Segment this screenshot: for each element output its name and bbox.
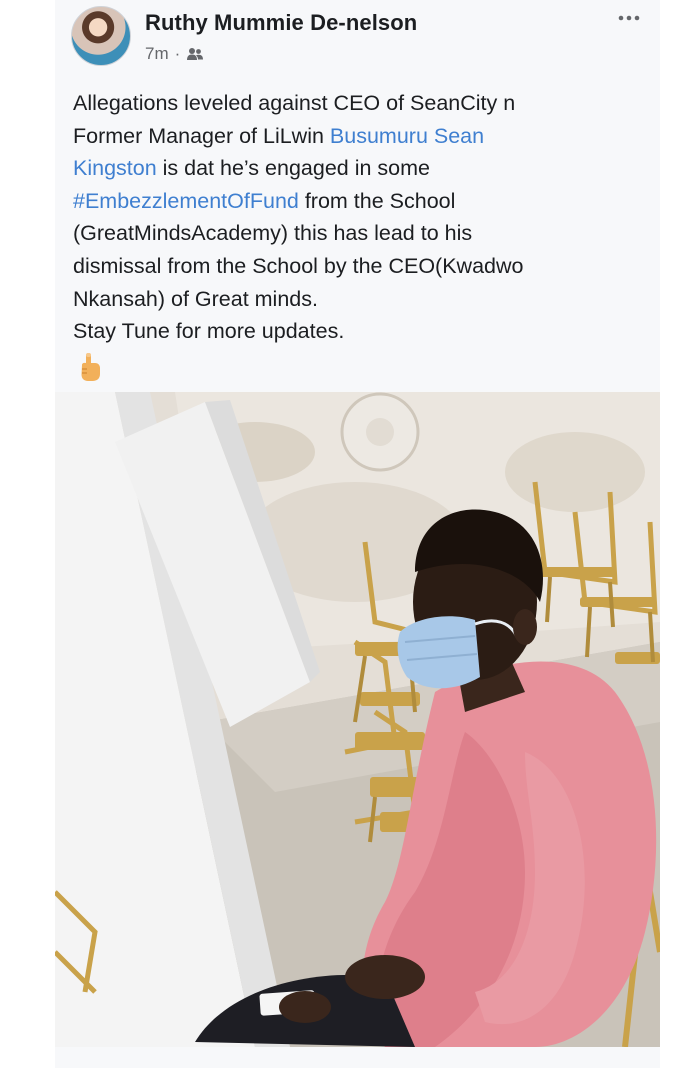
post-photo[interactable]: [55, 392, 660, 1047]
text-line: Kingston is dat he’s engaged in some: [73, 152, 643, 185]
text-segment: Former Manager of LiLwin: [73, 123, 330, 148]
friends-icon[interactable]: [186, 47, 204, 61]
text-line: (GreatMindsAcademy) this has lead to his: [73, 221, 473, 246]
post-card: Ruthy Mummie De-nelson 7m · Allegations: [55, 0, 660, 1068]
hashtag-link[interactable]: #EmbezzlementOfFund: [73, 189, 299, 213]
text-line: Nkansah) of Great minds.: [73, 286, 318, 311]
text-segment: from the School: [298, 188, 456, 213]
author-name[interactable]: Ruthy Mummie De-nelson: [145, 10, 417, 36]
text-line: Former Manager of LiLwin Busumuru Sean: [73, 120, 643, 153]
text-line: #EmbezzlementOfFund from the School: [73, 185, 643, 218]
post-meta: 7m ·: [145, 44, 204, 64]
post-time[interactable]: 7m: [145, 44, 169, 64]
text-line: Stay Tune for more updates.: [73, 319, 345, 344]
text-line: dismissal from the School by the CEO(Kwa…: [73, 253, 524, 278]
text-segment: is dat he’s engaged in some: [156, 156, 430, 181]
text-line: Allegations leveled against CEO of SeanC…: [73, 91, 516, 115]
mention-link[interactable]: Kingston: [73, 156, 157, 180]
mention-link[interactable]: Busumuru Sean: [330, 124, 484, 148]
more-options-icon[interactable]: [614, 6, 644, 30]
meta-separator: ·: [174, 44, 181, 63]
pointing-up-hand-icon: [77, 352, 103, 387]
avatar[interactable]: [71, 6, 131, 66]
post-text: Allegations leveled against CEO of SeanC…: [73, 87, 643, 348]
post-header: Ruthy Mummie De-nelson 7m ·: [71, 4, 646, 68]
